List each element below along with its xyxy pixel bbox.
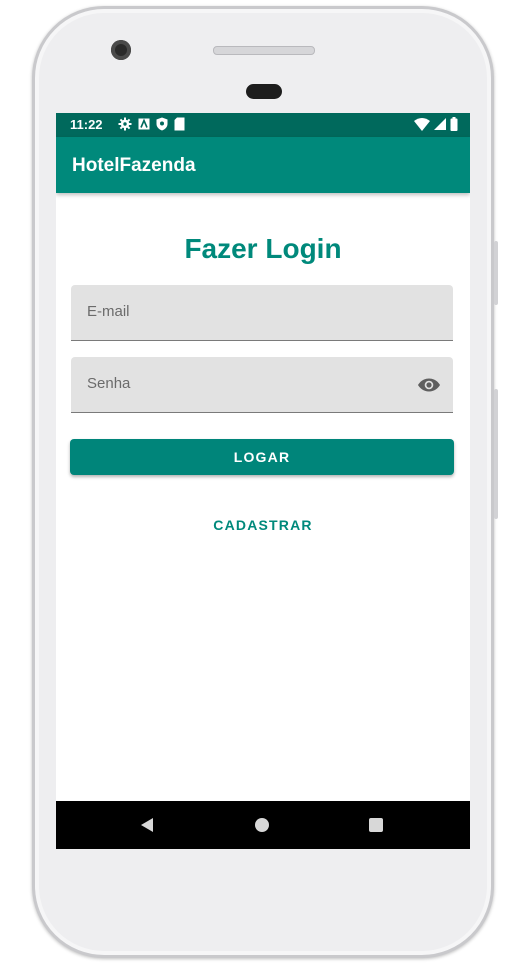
toggle-password-visibility-icon[interactable] (417, 373, 441, 397)
status-notification-icons (118, 117, 185, 131)
wifi-icon (414, 117, 430, 131)
sd-card-icon (174, 117, 185, 131)
front-camera (111, 40, 131, 60)
home-icon[interactable] (255, 818, 269, 832)
top-speaker-grille (213, 46, 315, 55)
status-bar: 11:22 (56, 113, 470, 137)
login-button[interactable]: LOGAR (70, 439, 454, 475)
recents-icon[interactable] (369, 818, 383, 832)
font-icon (138, 118, 150, 130)
app-title: HotelFazenda (72, 155, 196, 176)
settings-icon (118, 117, 132, 131)
register-button[interactable]: CADASTRAR (56, 517, 470, 533)
email-field[interactable] (71, 285, 453, 341)
shield-icon (156, 117, 168, 131)
login-heading: Fazer Login (184, 233, 342, 264)
status-system-icons (414, 117, 458, 131)
password-input[interactable] (87, 375, 407, 392)
battery-icon (450, 117, 458, 131)
status-time: 11:22 (70, 117, 103, 132)
password-field[interactable] (71, 357, 453, 413)
power-button (494, 241, 498, 305)
earpiece (246, 84, 282, 99)
screen: 11:22 HotelFazenda Fazer Login E-mail LO… (56, 113, 470, 849)
app-bar: HotelFazenda (56, 137, 470, 193)
email-input[interactable] (87, 303, 407, 320)
back-icon[interactable] (140, 817, 154, 833)
volume-button (494, 389, 498, 519)
navigation-bar (56, 801, 470, 849)
signal-icon (434, 118, 446, 130)
